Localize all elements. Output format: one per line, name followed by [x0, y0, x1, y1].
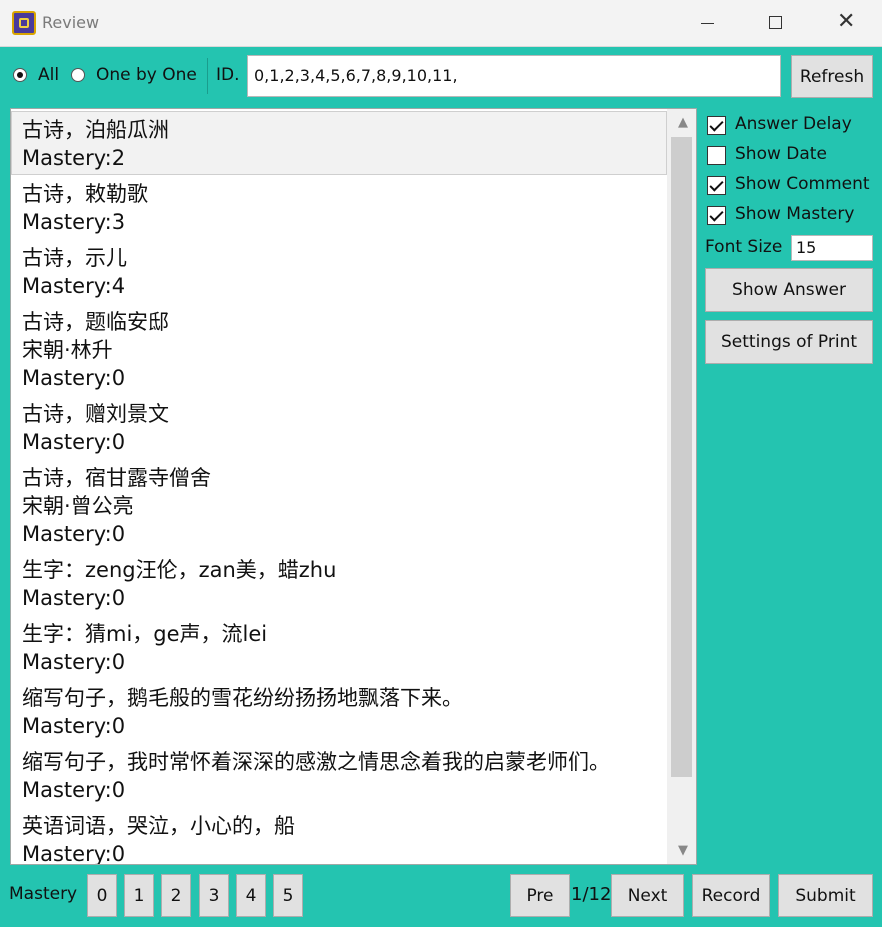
list-item[interactable]: 古诗，题临安邸 宋朝·林升 Mastery:0	[11, 303, 667, 395]
show-date-checkbox[interactable]	[707, 146, 726, 165]
show-answer-button[interactable]: Show Answer	[705, 268, 873, 312]
review-list[interactable]: 古诗，泊船瓜洲 Mastery:2 古诗，敕勒歌 Mastery:3 古诗，示儿 Mast…	[10, 108, 697, 865]
scroll-up-icon[interactable]: ▲	[678, 115, 688, 130]
list-item[interactable]: 古诗，赠刘景文 Mastery:0	[11, 395, 667, 459]
scrollbar[interactable]: ▲ ▼	[667, 109, 696, 864]
list-item[interactable]: 古诗，敕勒歌 Mastery:3	[11, 175, 667, 239]
list-item-line: 古诗，赠刘景文	[22, 402, 169, 426]
scroll-thumb[interactable]	[671, 137, 692, 777]
minimize-icon	[701, 23, 714, 24]
maximize-button[interactable]	[740, 0, 810, 46]
list-item-line: 缩写句子，我时常怀着深深的感激之情思念着我的启蒙老师们。	[22, 750, 610, 774]
show-mastery-label[interactable]: Show Mastery	[735, 204, 854, 224]
list-item-line: 古诗，泊船瓜洲	[22, 118, 169, 142]
scroll-down-icon[interactable]: ▼	[678, 843, 688, 858]
close-button[interactable]: ✕	[810, 0, 880, 46]
list-item-line: Mastery:0	[22, 522, 126, 546]
mastery-level-button[interactable]: 0	[87, 874, 117, 917]
list-item-line: Mastery:0	[22, 586, 126, 610]
settings-of-print-button[interactable]: Settings of Print	[705, 320, 873, 364]
font-size-input[interactable]: 15	[791, 235, 873, 261]
list-item-line: 古诗，敕勒歌	[22, 182, 148, 206]
list-item[interactable]: 英语词语，哭泣，小心的，船 Mastery:0	[11, 807, 667, 865]
list-item-line: Mastery:3	[22, 210, 126, 234]
minimize-button[interactable]	[672, 0, 742, 46]
list-item-line: 缩写句子，鹅毛般的雪花纷纷扬扬地飘落下来。	[22, 686, 463, 710]
review-items: 古诗，泊船瓜洲 Mastery:2 古诗，敕勒歌 Mastery:3 古诗，示儿 Mast…	[11, 111, 667, 865]
mode-one-radio[interactable]	[71, 68, 85, 82]
list-item-line: 宋朝·林升	[22, 338, 113, 362]
toolbar-separator	[207, 58, 208, 94]
list-item[interactable]: 生字：猜mi，ge声，流lei Mastery:0	[11, 615, 667, 679]
next-button[interactable]: Next	[611, 874, 684, 917]
submit-button[interactable]: Submit	[778, 874, 873, 917]
refresh-button[interactable]: Refresh	[791, 55, 873, 98]
mode-all-label[interactable]: All	[38, 65, 59, 85]
mastery-level-button[interactable]: 3	[199, 874, 229, 917]
list-item-line: Mastery:2	[22, 146, 126, 170]
mastery-label: Mastery	[9, 884, 78, 904]
id-input[interactable]: 0,1,2,3,4,5,6,7,8,9,10,11,	[247, 55, 781, 97]
list-item-line: 宋朝·曾公亮	[22, 494, 134, 518]
show-mastery-checkbox[interactable]	[707, 206, 726, 225]
id-label: ID.	[216, 65, 240, 85]
maximize-icon	[769, 16, 782, 29]
mastery-level-button[interactable]: 4	[236, 874, 266, 917]
list-item-line: 古诗，示儿	[22, 246, 127, 270]
list-item-line: Mastery:0	[22, 778, 126, 802]
record-button[interactable]: Record	[692, 874, 770, 917]
list-item-line: Mastery:4	[22, 274, 126, 298]
list-item[interactable]: 缩写句子，我时常怀着深深的感激之情思念着我的启蒙老师们。 Mastery:0	[11, 743, 667, 807]
mode-one-label[interactable]: One by One	[96, 65, 197, 85]
show-date-label[interactable]: Show Date	[735, 144, 827, 164]
mode-all-radio[interactable]	[13, 68, 27, 82]
list-item[interactable]: 缩写句子，鹅毛般的雪花纷纷扬扬地飘落下来。 Mastery:0	[11, 679, 667, 743]
list-item-line: 古诗，题临安邸	[22, 310, 169, 334]
list-item-line: Mastery:0	[22, 842, 126, 865]
list-item[interactable]: 生字：zeng汪伦，zan美，蜡zhu Mastery:0	[11, 551, 667, 615]
title-bar: Review ✕	[0, 0, 882, 47]
list-item-line: Mastery:0	[22, 366, 126, 390]
list-item-line: 生字：zeng汪伦，zan美，蜡zhu	[22, 558, 337, 582]
list-item-line: 生字：猜mi，ge声，流lei	[22, 622, 268, 646]
show-comment-checkbox[interactable]	[707, 176, 726, 195]
list-item-line: 英语词语，哭泣，小心的，船	[22, 814, 295, 838]
show-comment-label[interactable]: Show Comment	[735, 174, 870, 194]
answer-delay-label[interactable]: Answer Delay	[735, 114, 852, 134]
page-indicator: 1/12	[571, 884, 612, 905]
list-item[interactable]: 古诗，宿甘露寺僧舍 宋朝·曾公亮 Mastery:0	[11, 459, 667, 551]
app-icon	[12, 11, 36, 35]
mastery-level-button[interactable]: 5	[273, 874, 303, 917]
list-item-line: Mastery:0	[22, 430, 126, 454]
close-icon: ✕	[837, 9, 856, 34]
list-item[interactable]: 古诗，示儿 Mastery:4	[11, 239, 667, 303]
list-item-line: 古诗，宿甘露寺僧舍	[22, 466, 211, 490]
window-title: Review	[42, 13, 100, 32]
list-item-line: Mastery:0	[22, 650, 126, 674]
font-size-label: Font Size	[705, 237, 783, 257]
answer-delay-checkbox[interactable]	[707, 116, 726, 135]
mastery-level-button[interactable]: 2	[161, 874, 191, 917]
list-item-line: Mastery:0	[22, 714, 126, 738]
pre-button[interactable]: Pre	[510, 874, 570, 917]
list-item[interactable]: 古诗，泊船瓜洲 Mastery:2	[11, 111, 667, 175]
mastery-level-button[interactable]: 1	[124, 874, 154, 917]
